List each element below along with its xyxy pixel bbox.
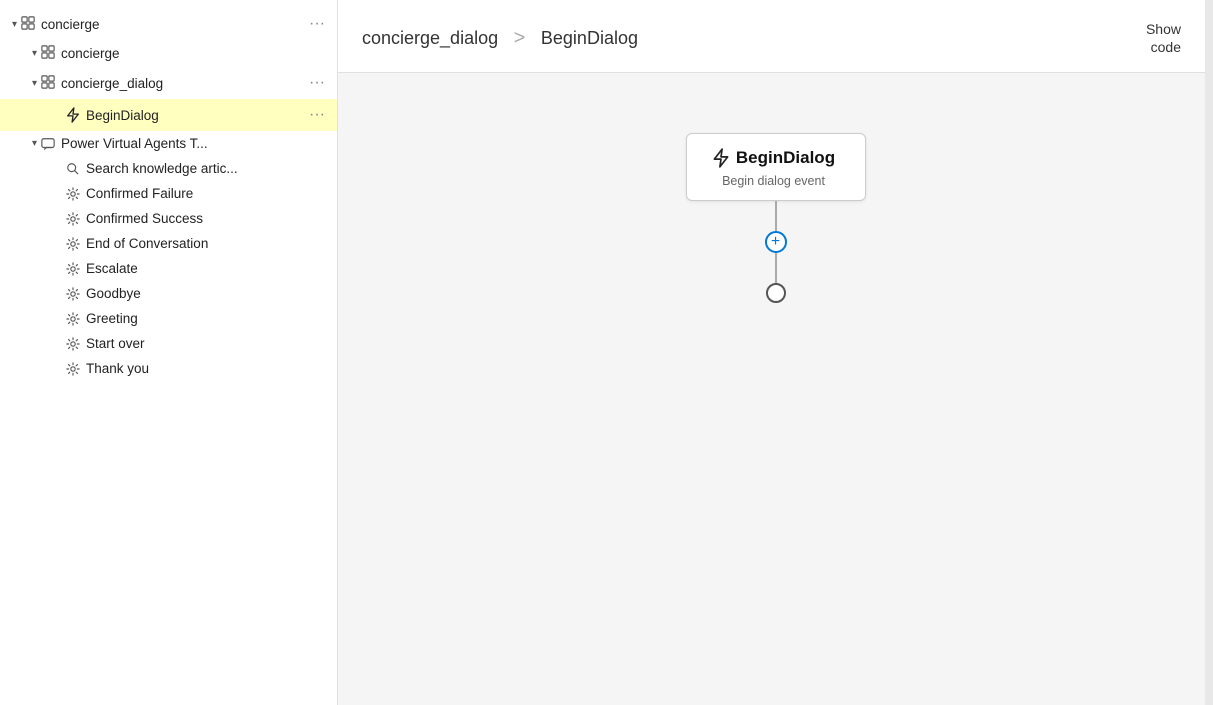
- node-title: BeginDialog: [736, 148, 835, 168]
- sidebar-item-concierge-dialog[interactable]: ▾ concierge_dialog ···: [0, 67, 337, 99]
- gear-icon: [66, 187, 80, 201]
- gear-icon: [66, 212, 80, 226]
- breadcrumb-separator: >: [508, 27, 531, 50]
- sidebar-item-begin-dialog[interactable]: BeginDialog ···: [0, 99, 337, 131]
- gear-icon: [66, 287, 80, 301]
- sidebar-item-confirmed-success[interactable]: Confirmed Success: [0, 206, 337, 231]
- sidebar-item-pva-t[interactable]: ▾ Power Virtual Agents T...: [0, 131, 337, 156]
- sidebar-item-greeting[interactable]: Greeting: [0, 306, 337, 331]
- sidebar-item-label: Goodbye: [86, 286, 141, 301]
- begin-dialog-node: BeginDialog Begin dialog event +: [686, 133, 866, 303]
- sidebar-item-label: Escalate: [86, 261, 138, 276]
- breadcrumb: concierge_dialog > BeginDialog: [362, 27, 638, 50]
- gear-icon: [66, 262, 80, 276]
- gear-icon: [66, 337, 80, 351]
- more-options-button[interactable]: ···: [305, 13, 329, 35]
- bolt-icon: [712, 148, 730, 168]
- bolt-icon: [66, 107, 80, 123]
- more-options-button[interactable]: ···: [305, 72, 329, 94]
- gear-icon: [66, 312, 80, 326]
- sidebar-item-label: concierge_dialog: [61, 76, 163, 91]
- sidebar-item-goodbye[interactable]: Goodbye: [0, 281, 337, 306]
- gear-icon: [66, 237, 80, 251]
- sidebar-item-label: BeginDialog: [86, 108, 159, 123]
- more-options-button[interactable]: ···: [305, 104, 329, 126]
- grid-icon: [41, 45, 55, 62]
- search-icon: [66, 162, 80, 176]
- node-subtitle: Begin dialog event: [722, 174, 825, 188]
- breadcrumb-node: BeginDialog: [541, 28, 638, 49]
- sidebar-item-label: Start over: [86, 336, 145, 351]
- grid-icon: [21, 16, 35, 33]
- sidebar-item-label: concierge: [41, 17, 100, 32]
- sidebar-item-search-knowledge[interactable]: Search knowledge artic...: [0, 156, 337, 181]
- show-code-button[interactable]: Show code: [1138, 16, 1189, 60]
- main-area: concierge_dialog > BeginDialog Show code…: [338, 0, 1213, 705]
- connector: +: [765, 201, 787, 303]
- end-node-circle: [766, 283, 786, 303]
- chat-icon: [41, 137, 55, 151]
- connector-line-top: [775, 201, 777, 231]
- grid-icon: [41, 75, 55, 92]
- node-box[interactable]: BeginDialog Begin dialog event: [686, 133, 866, 201]
- gear-icon: [66, 362, 80, 376]
- scrollbar-thumb[interactable]: [1205, 160, 1213, 220]
- sidebar-item-label: Confirmed Success: [86, 211, 203, 226]
- sidebar: ▾ concierge···▾ concierge▾ concierge_d: [0, 0, 338, 705]
- node-title-row: BeginDialog: [712, 148, 835, 168]
- sidebar-item-label: Thank you: [86, 361, 149, 376]
- chevron-icon: ▾: [32, 138, 37, 149]
- sidebar-item-label: concierge: [61, 46, 120, 61]
- chevron-icon: ▾: [32, 48, 37, 59]
- sidebar-item-label: Search knowledge artic...: [86, 161, 238, 176]
- sidebar-item-concierge-child[interactable]: ▾ concierge: [0, 40, 337, 67]
- sidebar-item-label: Power Virtual Agents T...: [61, 136, 208, 151]
- sidebar-item-label: Confirmed Failure: [86, 186, 193, 201]
- sidebar-item-concierge-root[interactable]: ▾ concierge ···: [0, 8, 337, 40]
- chevron-icon: ▾: [32, 78, 37, 89]
- add-step-button[interactable]: +: [765, 231, 787, 253]
- sidebar-item-confirmed-failure[interactable]: Confirmed Failure: [0, 181, 337, 206]
- sidebar-item-end-of-conversation[interactable]: End of Conversation: [0, 231, 337, 256]
- connector-line-bottom: [775, 253, 777, 283]
- sidebar-item-escalate[interactable]: Escalate: [0, 256, 337, 281]
- sidebar-item-label: Greeting: [86, 311, 138, 326]
- sidebar-item-thank-you[interactable]: Thank you: [0, 356, 337, 381]
- canvas-area: BeginDialog Begin dialog event +: [338, 73, 1213, 705]
- sidebar-item-start-over[interactable]: Start over: [0, 331, 337, 356]
- chevron-icon: ▾: [12, 19, 17, 30]
- breadcrumb-dialog[interactable]: concierge_dialog: [362, 28, 498, 49]
- main-header: concierge_dialog > BeginDialog Show code: [338, 0, 1213, 73]
- sidebar-item-label: End of Conversation: [86, 236, 208, 251]
